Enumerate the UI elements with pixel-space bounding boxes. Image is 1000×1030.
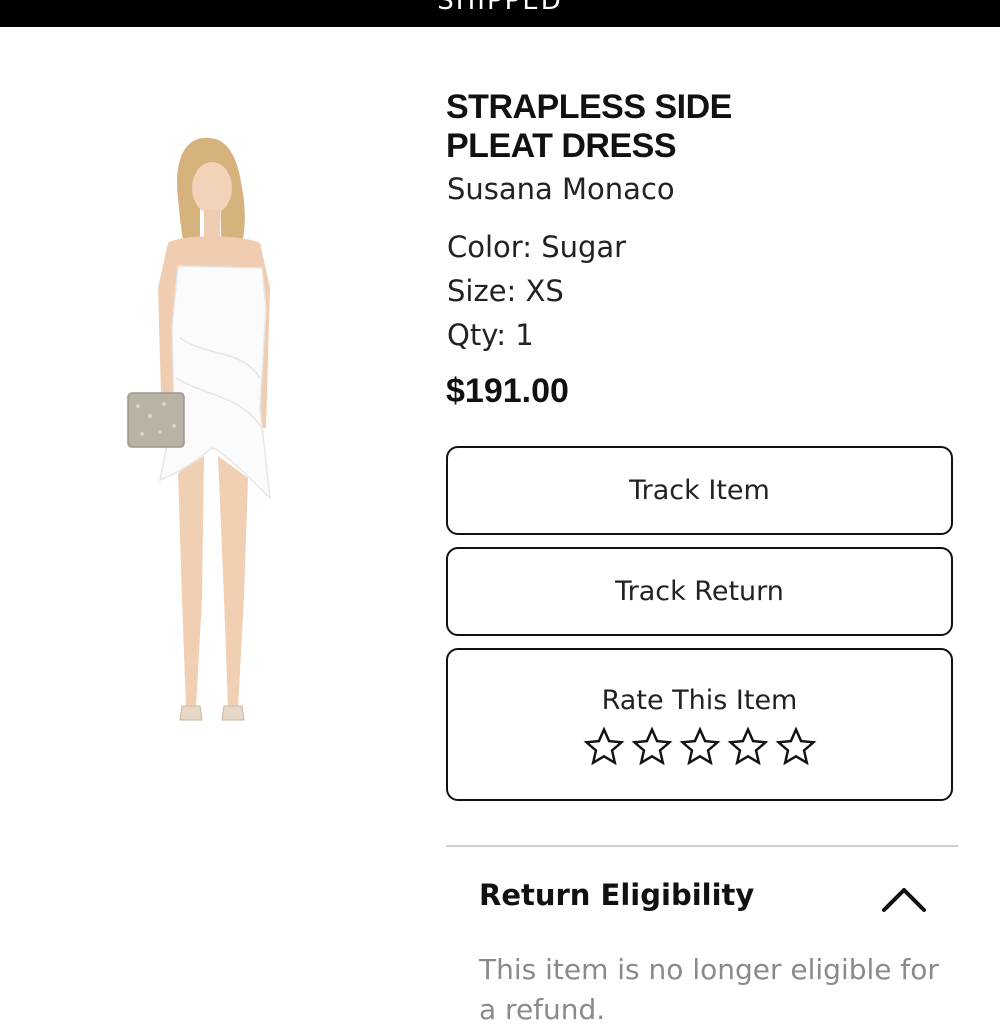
track-item-label: Track Item — [629, 475, 770, 506]
order-status-text: SHIPPED — [437, 0, 563, 16]
product-title-line2: PLEAT DRESS — [446, 127, 677, 165]
product-brand: Susana Monaco — [447, 172, 675, 206]
star-4-icon[interactable] — [727, 726, 769, 768]
star-rating — [448, 726, 951, 768]
track-item-button[interactable]: Track Item — [446, 446, 953, 535]
order-status-bar: SHIPPED — [0, 0, 1000, 27]
return-eligibility-message: This item is no longer eligible for a re… — [479, 953, 939, 1026]
track-return-label: Track Return — [615, 576, 784, 607]
rate-item-label: Rate This Item — [601, 685, 798, 716]
star-3-icon[interactable] — [679, 726, 721, 768]
star-1-icon[interactable] — [583, 726, 625, 768]
return-eligibility-title[interactable]: Return Eligibility — [479, 878, 754, 912]
product-qty: Qty: 1 — [447, 318, 534, 352]
chevron-up-icon[interactable] — [880, 884, 928, 914]
product-title-line1: STRAPLESS SIDE — [446, 88, 732, 126]
product-size: Size: XS — [447, 274, 564, 308]
product-image[interactable] — [120, 128, 295, 728]
product-color: Color: Sugar — [447, 230, 627, 264]
rate-item-panel: Rate This Item — [446, 648, 953, 801]
product-price: $191.00 — [446, 372, 569, 410]
track-return-button[interactable]: Track Return — [446, 547, 953, 636]
star-2-icon[interactable] — [631, 726, 673, 768]
product-title: STRAPLESS SIDE PLEAT DRESS — [446, 88, 946, 166]
section-divider — [446, 845, 958, 847]
star-5-icon[interactable] — [775, 726, 817, 768]
